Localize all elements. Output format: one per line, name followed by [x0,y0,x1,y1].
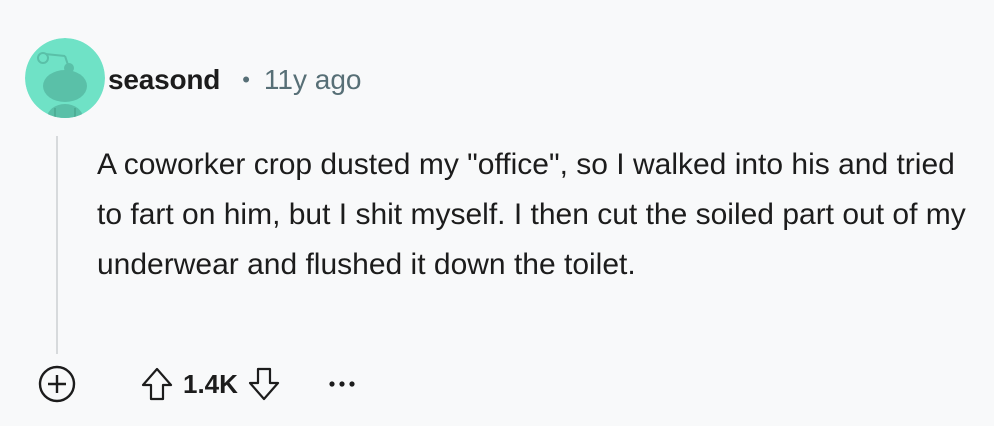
avatar[interactable] [25,38,105,118]
downvote-button[interactable] [242,362,286,406]
plus-circle-icon [38,365,76,403]
upvote-button[interactable] [135,362,179,406]
comment-actions: 1.4K [35,362,364,406]
vote-score: 1.4K [183,368,238,399]
ellipsis-icon [329,381,355,387]
meta-separator: • [242,67,250,92]
snoo-avatar-icon [25,38,105,118]
comment-header: seasond • 11y ago [108,60,361,100]
thread-line[interactable] [56,136,58,354]
username[interactable]: seasond [108,64,220,96]
comment: seasond • 11y ago A coworker crop dusted… [0,0,994,426]
more-options-button[interactable] [320,362,364,406]
timestamp[interactable]: 11y ago [264,64,362,96]
comment-body: A coworker crop dusted my "office", so I… [97,148,966,281]
expand-button[interactable] [35,362,79,406]
arrow-up-icon [141,367,173,401]
arrow-down-icon [248,367,280,401]
